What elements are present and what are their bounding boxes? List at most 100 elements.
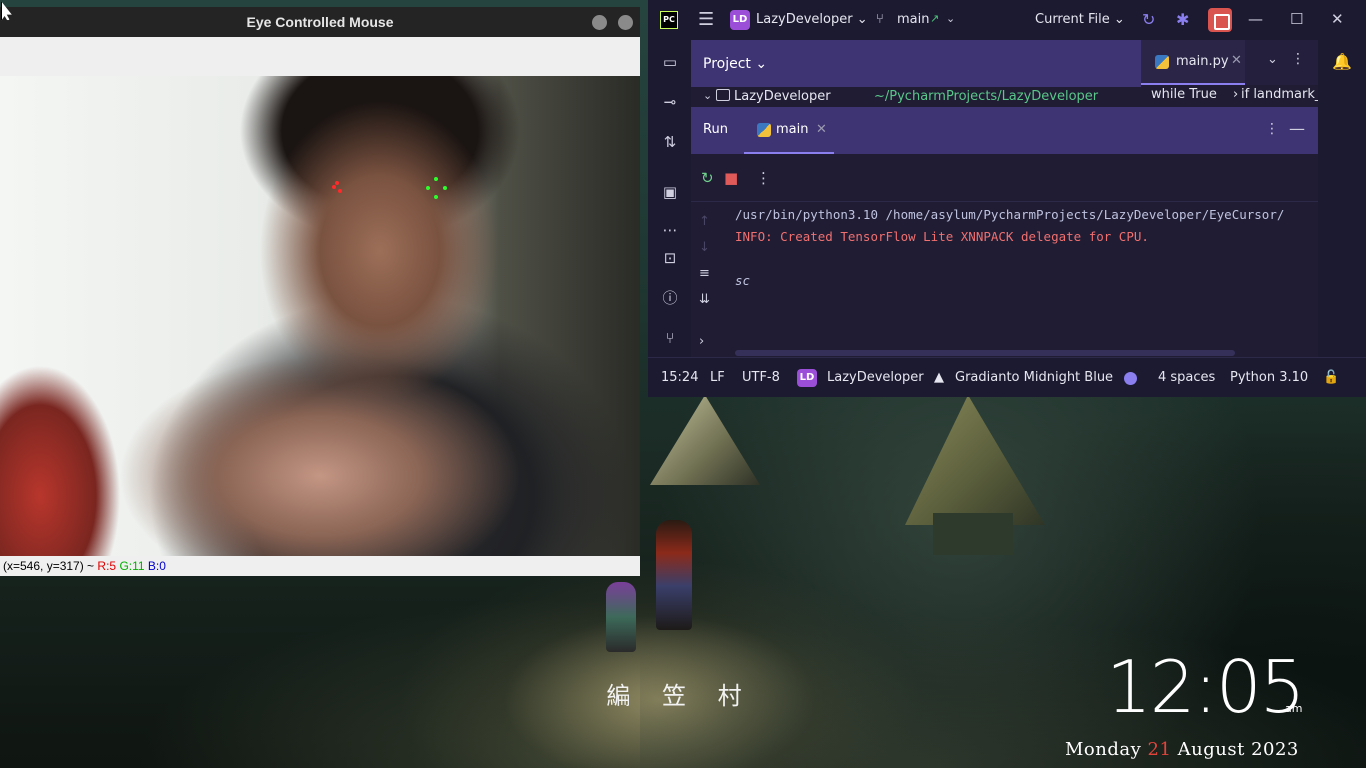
chevron-down-icon[interactable]: ⌄ (703, 89, 712, 102)
chevron-down-icon[interactable]: ⌄ (1267, 52, 1278, 67)
chevron-down-icon: ⌄ (755, 56, 768, 72)
pixel-blue-value: B:0 (147, 559, 166, 573)
project-tree-root[interactable]: ⌄ LazyDeveloper ~/PycharmProjects/LazyDe… (691, 87, 1141, 107)
minimize-button[interactable] (592, 15, 607, 30)
more-options-icon[interactable]: ⋮ (1265, 121, 1279, 137)
tab-label: main.py (1176, 54, 1229, 69)
arrow-up-icon[interactable]: ↑ (699, 214, 710, 229)
git-icon[interactable]: ⑂ (660, 328, 680, 348)
clock-date: Monday 21 August 2023 (1065, 739, 1299, 760)
console-command-line: /usr/bin/python3.10 /home/asylum/Pycharm… (735, 207, 1285, 222)
pixel-green-value: G:11 (119, 559, 145, 573)
more-tools-icon[interactable]: ⋯ (660, 220, 680, 240)
tool-window-bar: ▭ ⊸ ⇅ ▣ ⋯ ⊡ ⓘ ⑂ (648, 40, 691, 357)
project-name: LazyDeveloper (756, 12, 853, 27)
project-badge[interactable]: LD (730, 10, 750, 30)
problems-icon[interactable]: ⓘ (660, 288, 680, 308)
console-gutter: ↑ ↓ ≡ ⇊ › (691, 202, 724, 357)
tree-root-name: LazyDeveloper (734, 89, 831, 104)
chevron-down-icon[interactable]: ⌄ (946, 12, 955, 25)
project-panel-title[interactable]: Project ⌄ (703, 56, 767, 72)
project-panel-label: Project (703, 56, 751, 72)
breadcrumb: while True › if landmark_p (1141, 85, 1318, 107)
editor-tabs: main.py ✕ ⌄ ⋮ (1141, 40, 1318, 85)
webcam-feed[interactable] (0, 76, 640, 556)
run-tab-label: main (776, 122, 809, 137)
branch-switcher[interactable]: main (897, 12, 929, 27)
wallpaper-figure-small (606, 582, 636, 652)
python-file-icon (1155, 55, 1169, 69)
rerun-icon[interactable]: ↻ (1142, 10, 1155, 29)
run-config-selector[interactable]: Current File ⌄ (1035, 12, 1125, 27)
eye-landmark-dot (443, 186, 447, 190)
scroll-to-end-icon[interactable]: ⇊ (699, 292, 710, 307)
minimize-window-icon[interactable]: — (1248, 10, 1263, 28)
close-window-icon[interactable]: ✕ (1331, 10, 1344, 28)
breadcrumb-item[interactable]: if landmark_p (1241, 87, 1318, 102)
commit-icon[interactable]: ⊸ (660, 92, 680, 112)
main-menu-icon[interactable]: ☰ (698, 11, 716, 29)
file-encoding[interactable]: UTF-8 (742, 370, 780, 385)
breadcrumb-item[interactable]: while True (1151, 87, 1217, 102)
run-config-label: Current File (1035, 12, 1110, 27)
chevron-down-icon: ⌄ (856, 12, 868, 27)
ide-titlebar: PC ☰ LD LazyDeveloper ⌄ ⑂ main ↗ ⌄ Curre… (648, 0, 1366, 40)
python-interpreter[interactable]: Python 3.10 (1230, 370, 1308, 385)
pull-requests-icon[interactable]: ⇅ (660, 132, 680, 152)
indent-setting[interactable]: 4 spaces (1158, 370, 1215, 385)
terminal-icon[interactable]: ⊡ (660, 248, 680, 268)
console-input-line[interactable]: sc (735, 273, 750, 288)
pixel-coords: (x=546, y=317) ~ (3, 559, 95, 573)
breadcrumb-separator: › (1233, 87, 1239, 102)
right-tool-bar (1318, 40, 1366, 357)
chevron-down-icon: ⌄ (1113, 12, 1125, 27)
close-button[interactable] (618, 15, 633, 30)
project-folder-icon[interactable]: ▭ (660, 52, 680, 72)
stop-button[interactable] (1208, 8, 1232, 32)
eye-landmark-dot (338, 189, 342, 193)
tree-root-path: ~/PycharmProjects/LazyDeveloper (874, 89, 1099, 104)
project-switcher[interactable]: LazyDeveloper ⌄ (756, 12, 868, 27)
eye-landmark-dot (335, 181, 339, 185)
notifications-bell-icon[interactable]: 🔔 (1332, 52, 1352, 71)
maximize-window-icon[interactable]: ☐ (1290, 10, 1303, 28)
pixel-info-status: (x=546, y=317) ~ R:5 G:11 B:0 (0, 556, 640, 576)
wallpaper-hut (905, 395, 1045, 555)
run-panel-header: Run main ✕ ⋮ — (691, 107, 1318, 154)
eye-landmark-dot (434, 195, 438, 199)
horizontal-scrollbar[interactable] (735, 350, 1235, 356)
pycharm-window: PC ☰ LD LazyDeveloper ⌄ ⑂ main ↗ ⌄ Curre… (648, 0, 1366, 397)
camera-window-titlebar[interactable]: Eye Controlled Mouse (0, 7, 640, 37)
folder-icon (716, 89, 730, 101)
project-panel-header: Project ⌄ (691, 40, 1141, 87)
eye-landmark-dot (434, 177, 438, 181)
run-console[interactable]: ↑ ↓ ≡ ⇊ › /usr/bin/python3.10 /home/asyl… (691, 202, 1318, 357)
python-file-icon (757, 123, 771, 137)
stop-icon[interactable]: ■ (724, 169, 738, 187)
camera-toolbar (0, 37, 640, 76)
theme-icon: ▲ (934, 370, 944, 385)
chevron-right-icon[interactable]: › (699, 334, 704, 349)
more-options-icon[interactable]: ⋮ (1291, 51, 1305, 67)
debug-icon[interactable]: ✱ (1176, 10, 1189, 29)
wallpaper-figure-tall (656, 520, 692, 630)
status-project-name[interactable]: LazyDeveloper (827, 370, 924, 385)
rerun-icon[interactable]: ↻ (701, 169, 714, 187)
close-tab-icon[interactable]: ✕ (816, 122, 827, 137)
run-tab-main[interactable]: main ✕ (744, 107, 834, 154)
lock-icon[interactable]: 🔓 (1323, 370, 1339, 385)
structure-icon[interactable]: ▣ (660, 182, 680, 202)
line-separator[interactable]: LF (710, 370, 725, 385)
camera-window: Eye Controlled Mouse (x=546, y=317) ~ R:… (0, 7, 640, 576)
caret-position[interactable]: 15:24 (661, 370, 698, 385)
wallpaper-hut-left (650, 395, 760, 485)
hide-panel-icon[interactable]: — (1289, 119, 1305, 138)
clock-month-year: August 2023 (1177, 739, 1299, 760)
more-options-icon[interactable]: ⋮ (756, 169, 771, 187)
tab-main-py[interactable]: main.py ✕ (1141, 40, 1245, 85)
arrow-down-icon[interactable]: ↓ (699, 240, 710, 255)
theme-name[interactable]: Gradianto Midnight Blue (955, 370, 1113, 385)
close-tab-icon[interactable]: ✕ (1231, 53, 1242, 68)
camera-window-title: Eye Controlled Mouse (246, 14, 394, 30)
soft-wrap-icon[interactable]: ≡ (699, 266, 710, 281)
